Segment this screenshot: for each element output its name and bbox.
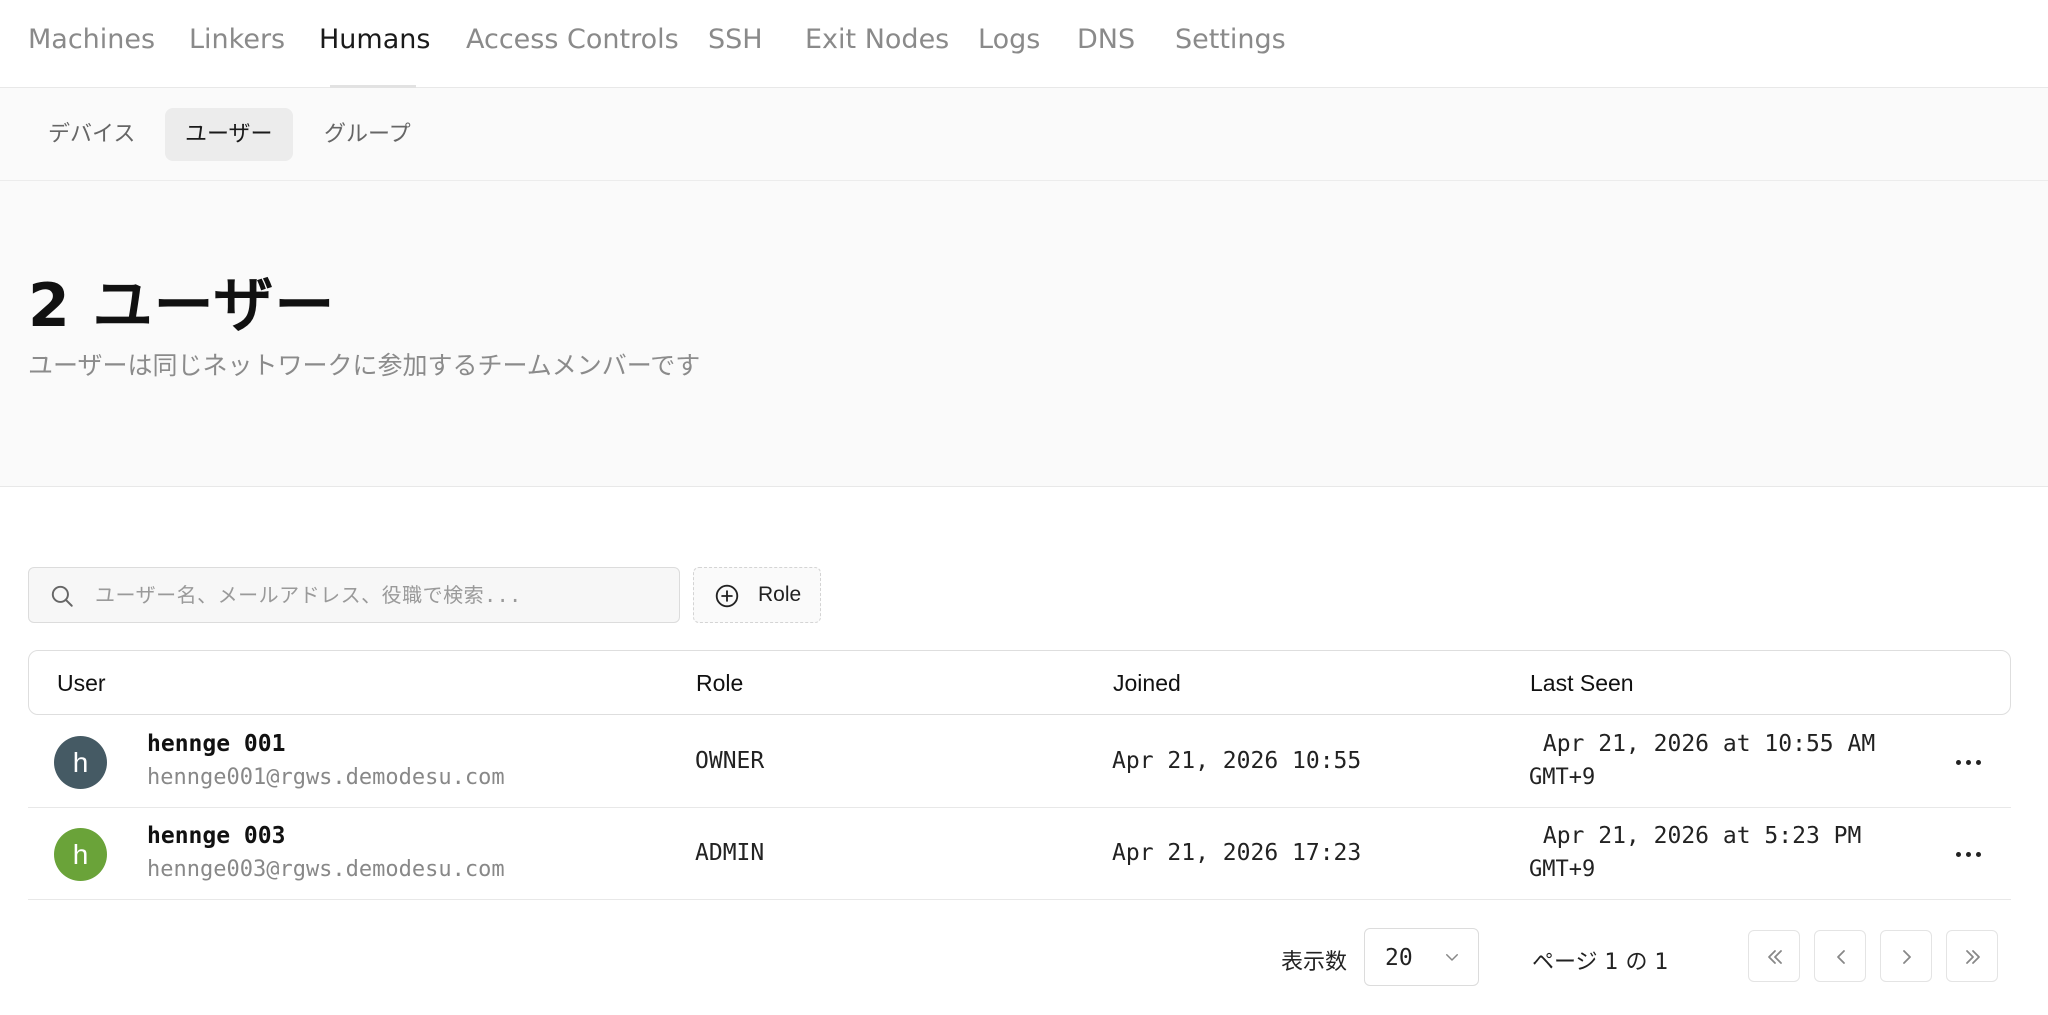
rows-per-page-select[interactable]: 20: [1364, 928, 1479, 986]
search-box[interactable]: [28, 567, 680, 623]
plus-circle-icon: [715, 584, 739, 608]
nav-tab-ssh[interactable]: SSH: [708, 24, 763, 55]
next-page-button[interactable]: [1880, 930, 1932, 982]
avatar: h: [54, 828, 107, 881]
table-header: User Role Joined Last Seen: [28, 650, 2011, 715]
top-nav: Machines Linkers Humans Access Controls …: [0, 0, 2048, 88]
more-actions-icon[interactable]: [1954, 748, 1984, 776]
table-row[interactable]: h hennge 001 hennge001@rgws.demodesu.com…: [28, 716, 2011, 808]
column-header-joined: Joined: [1113, 670, 1181, 696]
last-seen-date: Apr 21, 2026 at 10:55 AM: [1529, 731, 1876, 757]
avatar: h: [54, 736, 107, 789]
nav-tab-humans[interactable]: Humans: [319, 24, 430, 55]
column-header-last-seen: Last Seen: [1530, 670, 1634, 696]
chevron-down-icon: [1446, 954, 1458, 961]
column-header-role: Role: [696, 670, 744, 696]
nav-tab-settings[interactable]: Settings: [1175, 24, 1286, 55]
last-seen-timezone: GMT+9: [1529, 765, 1596, 790]
first-page-icon: [1768, 950, 1782, 964]
user-email: hennge003@rgws.demodesu.com: [147, 857, 505, 882]
last-seen-timezone: GMT+9: [1529, 857, 1596, 882]
role-filter-label: Role: [758, 583, 802, 606]
search-input[interactable]: [95, 568, 665, 622]
column-header-user: User: [57, 670, 106, 696]
more-actions-icon[interactable]: [1954, 840, 1984, 868]
nav-tab-exit-nodes[interactable]: Exit Nodes: [805, 24, 949, 55]
nav-tab-access-controls[interactable]: Access Controls: [466, 24, 679, 55]
user-role: OWNER: [695, 748, 765, 774]
nav-tab-linkers[interactable]: Linkers: [189, 24, 285, 55]
last-page-button[interactable]: [1946, 930, 1998, 982]
page-subtitle: ユーザーは同じネットワークに参加するチームメンバーです: [28, 351, 701, 380]
subtab-users[interactable]: ユーザー: [165, 108, 293, 161]
joined-date: Apr 21, 2026 17:23: [1112, 840, 1362, 866]
sub-nav: デバイス ユーザー グループ: [0, 88, 2048, 181]
user-name: hennge 001: [147, 731, 286, 757]
subtab-devices[interactable]: デバイス: [28, 108, 155, 161]
last-seen-date: Apr 21, 2026 at 5:23 PM: [1529, 823, 1862, 849]
nav-tab-dns[interactable]: DNS: [1077, 24, 1135, 55]
user-role: ADMIN: [695, 840, 765, 866]
page-header: 2 ユーザー ユーザーは同じネットワークに参加するチームメンバーです: [0, 181, 2048, 487]
joined-date: Apr 21, 2026 10:55: [1112, 748, 1362, 774]
rows-per-page-label: 表示数: [1281, 950, 1348, 975]
search-icon: [51, 585, 73, 607]
table-row[interactable]: h hennge 003 hennge003@rgws.demodesu.com…: [28, 808, 2011, 900]
previous-page-icon: [1837, 950, 1845, 964]
page-title: 2 ユーザー: [28, 271, 336, 341]
subtab-groups[interactable]: グループ: [304, 108, 431, 161]
user-name: hennge 003: [147, 823, 286, 849]
user-email: hennge001@rgws.demodesu.com: [147, 765, 505, 790]
previous-page-button[interactable]: [1814, 930, 1866, 982]
nav-tab-logs[interactable]: Logs: [978, 24, 1040, 55]
last-page-icon: [1966, 950, 1980, 964]
first-page-button[interactable]: [1748, 930, 1800, 982]
role-filter-button[interactable]: Role: [693, 567, 821, 623]
rows-per-page-value: 20: [1385, 945, 1413, 971]
nav-tab-machines[interactable]: Machines: [28, 24, 155, 55]
page-info: ページ 1 の 1: [1532, 950, 1669, 975]
next-page-icon: [1903, 950, 1911, 964]
